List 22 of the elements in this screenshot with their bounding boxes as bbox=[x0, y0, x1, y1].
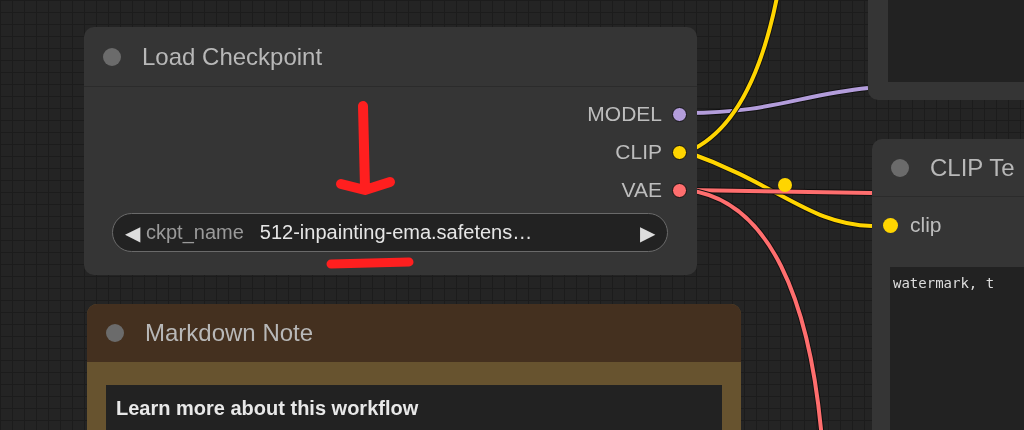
output-slot-icon[interactable] bbox=[672, 182, 687, 198]
node-title: Load Checkpoint bbox=[142, 42, 323, 71]
node-title: CLIP Te bbox=[930, 153, 1015, 182]
input-slot-icon[interactable] bbox=[883, 217, 898, 233]
output-label: MODEL bbox=[587, 102, 662, 126]
status-dot-icon bbox=[891, 158, 909, 177]
output-slot-icon[interactable] bbox=[672, 144, 687, 160]
node-title: Markdown Note bbox=[145, 319, 314, 347]
widget-value: 512-inpainting-ema.safetens… bbox=[259, 221, 534, 244]
output-label: CLIP bbox=[615, 140, 662, 164]
note-heading: Learn more about this workflow bbox=[116, 397, 420, 420]
output-label: VAE bbox=[621, 178, 662, 202]
next-arrow[interactable]: ▶ bbox=[640, 220, 655, 245]
combo-widget[interactable]: ◀ ckpt_name 512-inpainting-ema.safetens… ▶ bbox=[112, 213, 668, 252]
widget-label: ckpt_name bbox=[146, 221, 244, 244]
output-slot-icon[interactable] bbox=[672, 106, 687, 122]
status-dot-icon bbox=[103, 47, 121, 66]
prompt-text-area[interactable]: watermark, t bbox=[890, 267, 1024, 430]
previous-arrow[interactable]: ◀ bbox=[125, 220, 140, 245]
link-midpoint-icon[interactable] bbox=[778, 178, 792, 192]
input-label: clip bbox=[910, 213, 942, 237]
status-dot-icon bbox=[106, 324, 124, 342]
